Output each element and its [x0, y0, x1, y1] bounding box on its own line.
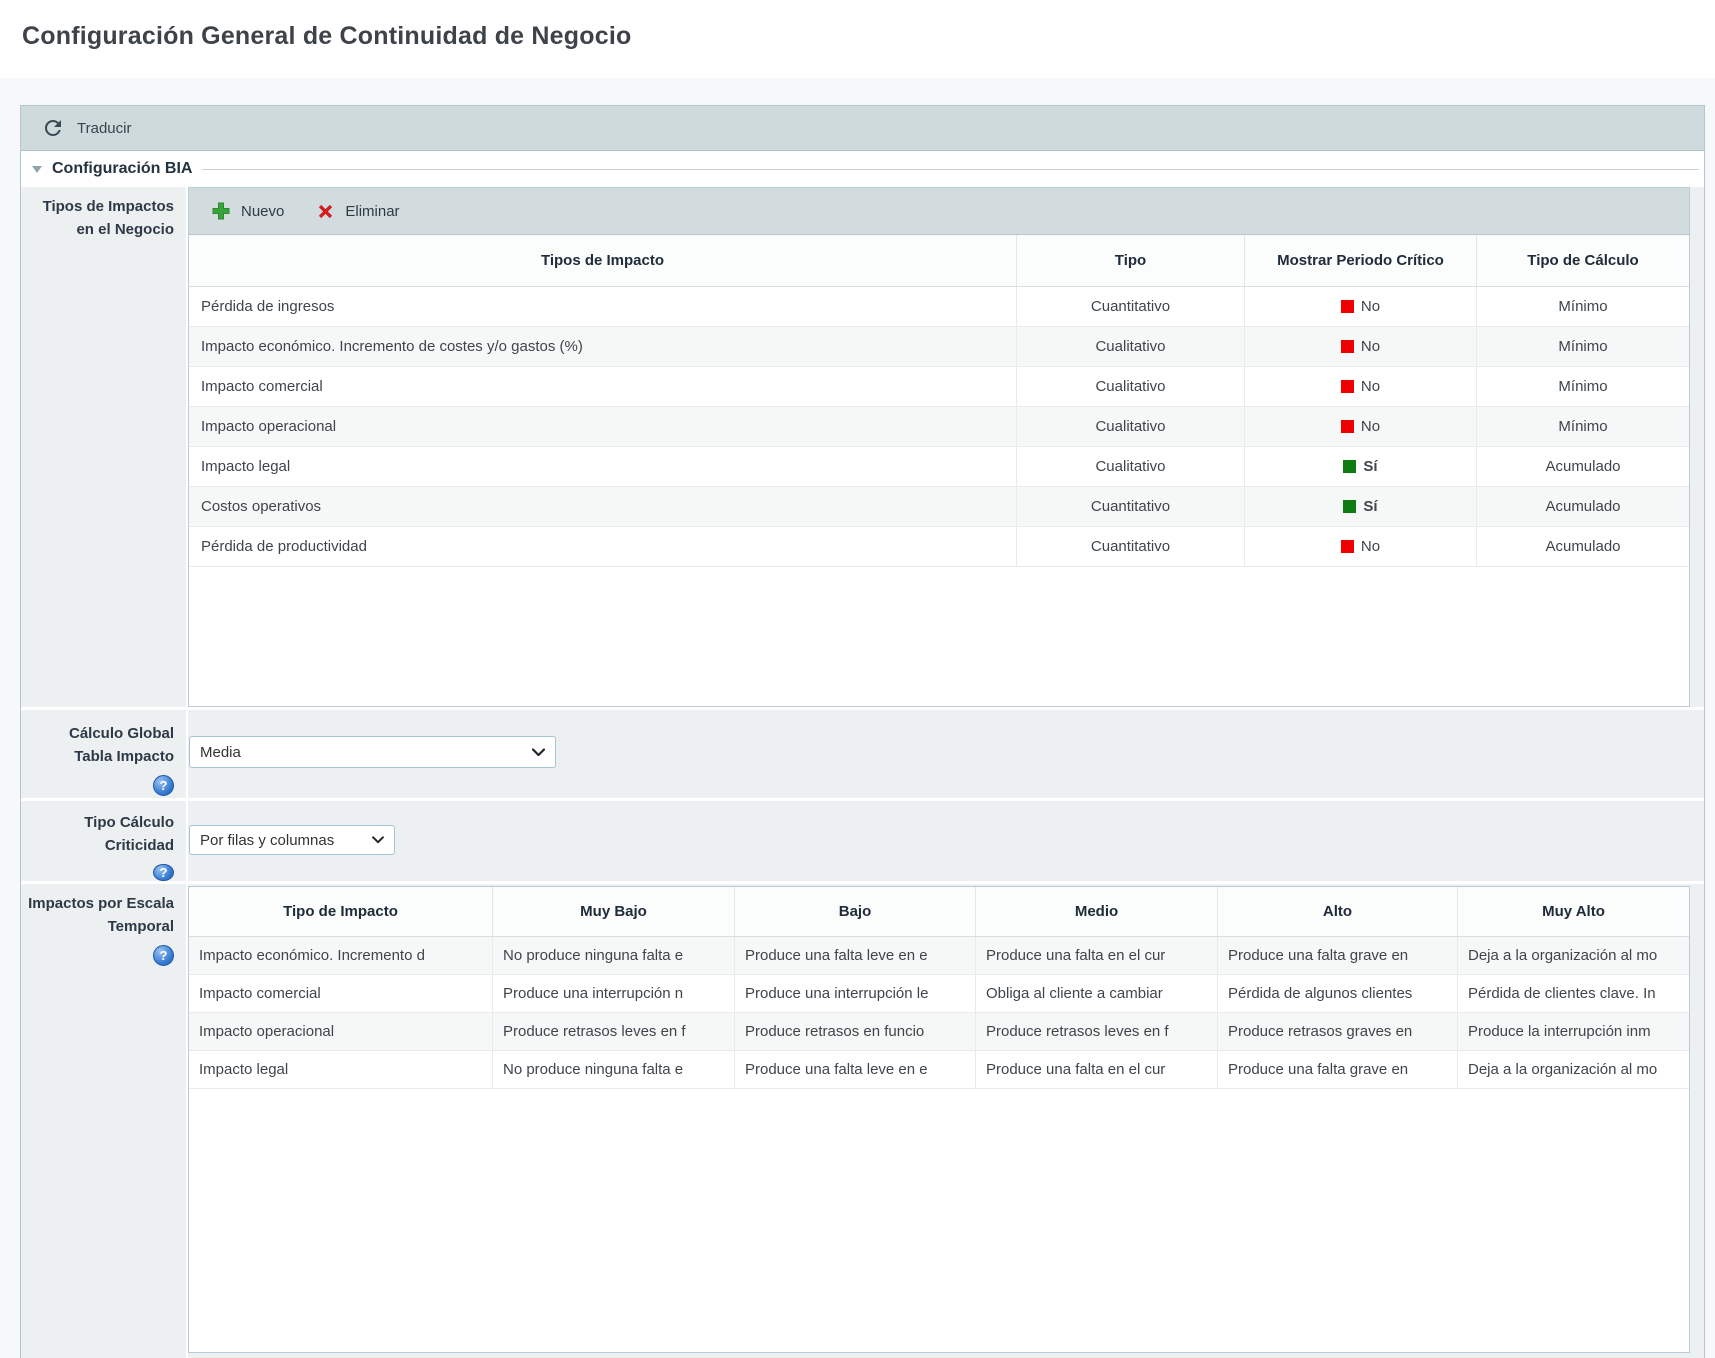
impact-types-field: Nuevo Eliminar Tipos de Impacto: [188, 187, 1704, 707]
config-panel: Traducir Configuración BIA Tipos de Impa…: [20, 105, 1705, 1358]
status-square-icon: [1341, 380, 1354, 393]
status-square-icon: [1341, 300, 1354, 313]
status-square-icon: [1341, 340, 1354, 353]
table-row[interactable]: Impacto legal Cualitativo Sí Acumulado: [189, 447, 1689, 487]
title-bar: Configuración General de Continuidad de …: [0, 0, 1715, 78]
tipo-calculo-label-cell: Tipo Cálculo Criticidad ?: [21, 801, 188, 881]
calculo-global-field: Media: [188, 710, 1704, 798]
tipo-calculo-value: Por filas y columnas: [200, 832, 334, 849]
section-title: Configuración BIA: [52, 160, 192, 178]
empty-table-space: [189, 567, 1689, 706]
help-icon[interactable]: ?: [153, 775, 174, 796]
new-button[interactable]: Nuevo: [195, 188, 300, 234]
table-row[interactable]: Impacto económico. Incremento de costes …: [189, 327, 1689, 367]
calculo-global-value: Media: [200, 744, 241, 761]
column-header-tipo: Tipo: [1017, 235, 1245, 286]
tipo-calculo-field: Por filas y columnas: [188, 801, 1704, 881]
tipo-calculo-label: Tipo Cálculo Criticidad: [27, 811, 174, 858]
column-header-tipos-de-impacto: Tipos de Impacto: [189, 235, 1017, 286]
status-square-icon: [1343, 460, 1356, 473]
table-row[interactable]: Impacto operacional Produce retrasos lev…: [189, 1013, 1689, 1051]
column-header-muy-alto: Muy Alto: [1458, 887, 1689, 936]
impact-types-toolbar: Nuevo Eliminar: [189, 188, 1689, 235]
legend-rule: [202, 169, 1699, 170]
impact-types-label-cell: Tipos de Impactos en el Negocio: [21, 187, 188, 707]
delete-x-icon: [316, 202, 335, 221]
calculo-global-row: Cálculo Global Tabla Impacto ? Media: [21, 710, 1704, 798]
calculo-global-label-cell: Cálculo Global Tabla Impacto ?: [21, 710, 188, 798]
column-header-alto: Alto: [1218, 887, 1458, 936]
table-row[interactable]: Impacto económico. Incremento d No produ…: [189, 937, 1689, 975]
refresh-icon: [41, 116, 65, 140]
page-title: Configuración General de Continuidad de …: [22, 22, 631, 51]
bia-content: Tipos de Impactos en el Negocio Nuevo: [21, 187, 1704, 1358]
column-header-medio: Medio: [976, 887, 1218, 936]
chevron-down-icon: [532, 748, 545, 757]
escala-temporal-label: Impactos por Escala Temporal: [27, 892, 174, 939]
empty-table-space: [189, 1089, 1689, 1352]
table-row[interactable]: Impacto comercial Produce una interrupci…: [189, 975, 1689, 1013]
table-row[interactable]: Impacto comercial Cualitativo No Mínimo: [189, 367, 1689, 407]
new-label: Nuevo: [241, 203, 284, 220]
help-icon[interactable]: ?: [153, 945, 174, 966]
escala-temporal-row: Impactos por Escala Temporal ? Tipo de I…: [21, 884, 1704, 1358]
table-row[interactable]: Impacto operacional Cualitativo No Mínim…: [189, 407, 1689, 447]
table-row[interactable]: Impacto legal No produce ninguna falta e…: [189, 1051, 1689, 1089]
calculo-global-select[interactable]: Media: [189, 736, 556, 768]
translate-label: Traducir: [77, 120, 131, 137]
help-icon[interactable]: ?: [153, 864, 174, 882]
bia-section-legend: Configuración BIA: [21, 151, 1704, 187]
delete-label: Eliminar: [345, 203, 399, 220]
escala-temporal-label-cell: Impactos por Escala Temporal ?: [21, 884, 188, 1358]
translate-button[interactable]: Traducir: [29, 106, 143, 150]
status-square-icon: [1341, 540, 1354, 553]
panel-toolbar: Traducir: [21, 106, 1704, 151]
collapse-triangle-icon[interactable]: [32, 166, 42, 173]
escala-temporal-header: Tipo de Impacto Muy Bajo Bajo Medio Alto…: [189, 887, 1689, 937]
escala-temporal-table: Tipo de Impacto Muy Bajo Bajo Medio Alto…: [188, 886, 1690, 1353]
tipo-calculo-select[interactable]: Por filas y columnas: [189, 825, 395, 855]
column-header-tipo-de-impacto: Tipo de Impacto: [189, 887, 493, 936]
calculo-global-label: Cálculo Global Tabla Impacto: [27, 722, 174, 769]
column-header-muy-bajo: Muy Bajo: [493, 887, 735, 936]
column-header-bajo: Bajo: [735, 887, 976, 936]
screen: Configuración General de Continuidad de …: [0, 0, 1715, 1358]
tipo-calculo-row: Tipo Cálculo Criticidad ? Por filas y co…: [21, 801, 1704, 881]
table-row[interactable]: Pérdida de productividad Cuantitativo No…: [189, 527, 1689, 567]
table-row[interactable]: Costos operativos Cuantitativo Sí Acumul…: [189, 487, 1689, 527]
column-header-mostrar-periodo-critico: Mostrar Periodo Crítico: [1245, 235, 1477, 286]
impact-types-label: Tipos de Impactos en el Negocio: [27, 195, 174, 242]
table-row[interactable]: Pérdida de ingresos Cuantitativo No Míni…: [189, 287, 1689, 327]
status-square-icon: [1341, 420, 1354, 433]
plus-icon: [211, 201, 231, 221]
delete-button[interactable]: Eliminar: [300, 188, 415, 234]
status-square-icon: [1343, 500, 1356, 513]
impact-types-row: Tipos de Impactos en el Negocio Nuevo: [21, 187, 1704, 707]
impact-types-header: Tipos de Impacto Tipo Mostrar Periodo Cr…: [189, 235, 1689, 287]
column-header-tipo-de-calculo: Tipo de Cálculo: [1477, 235, 1689, 286]
chevron-down-icon: [372, 836, 384, 844]
impact-types-table: Nuevo Eliminar Tipos de Impacto: [188, 187, 1690, 707]
escala-temporal-field: Tipo de Impacto Muy Bajo Bajo Medio Alto…: [188, 884, 1704, 1358]
